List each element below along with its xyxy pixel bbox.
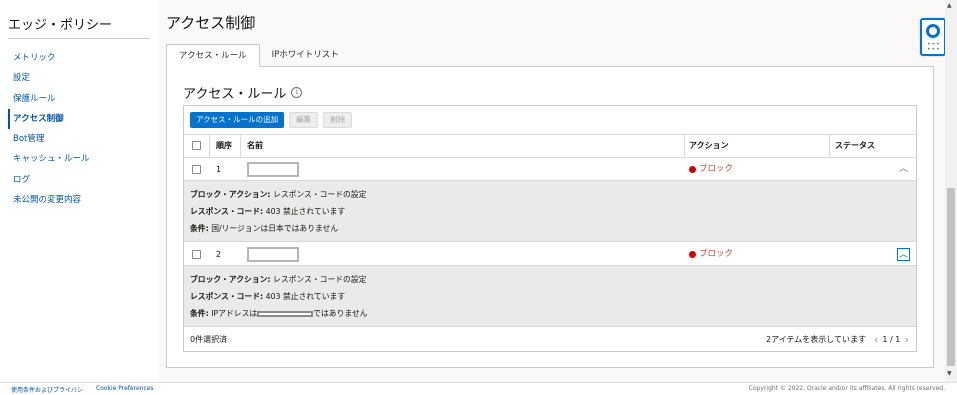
pagination: ‹ 1 / 1 › [874, 328, 909, 351]
delete-button[interactable]: 削除 [323, 112, 353, 128]
detail-value: ではありません [313, 309, 368, 318]
grip-icon: ••• ••• [927, 41, 941, 53]
row-checkbox[interactable] [192, 165, 201, 174]
access-rules-table: アクセス・ルールの追加 編集 削除 順序 名前 アクション ステータス 1 ブロ… [183, 105, 917, 352]
detail-label: 条件: [190, 224, 209, 233]
detail-value: 403 禁止されています [263, 292, 346, 301]
row-checkbox[interactable] [192, 250, 201, 259]
column-divider [829, 135, 830, 157]
section-title: アクセス・ルール i [183, 83, 303, 102]
redacted-ip [257, 311, 314, 317]
tab-panel: アクセス・ルール i アクセス・ルールの追加 編集 削除 順序 名前 アクション… [166, 66, 934, 368]
table-toolbar: アクセス・ルールの追加 編集 削除 [190, 112, 353, 128]
section-title-text: アクセス・ルール [183, 87, 287, 102]
row-order: 2 [216, 250, 222, 259]
detail-value: IPアドレスは [208, 309, 258, 318]
sidebar-item-logs[interactable]: ログ [8, 170, 150, 190]
detail-label: 条件: [190, 309, 209, 318]
redacted-name [247, 162, 299, 177]
tab-ip-whitelist[interactable]: IPホワイトリスト [260, 44, 351, 67]
detail-value: 国/リージョンは日本ではありません [208, 224, 339, 233]
column-divider [684, 135, 685, 157]
detail-label: ブロック・アクション: [190, 275, 271, 284]
tab-access-rules[interactable]: アクセス・ルール [166, 44, 260, 67]
column-header-status[interactable]: ステータス [835, 135, 875, 157]
detail-value: レスポンス・コードの設定 [270, 190, 367, 199]
column-header-action[interactable]: アクション [689, 135, 729, 157]
items-count: 2アイテムを表示しています [766, 335, 867, 344]
sidebar-item-access-control[interactable]: アクセス制御 [8, 108, 150, 130]
detail-block-action: ブロック・アクション: レスポンス・コードの設定 [190, 189, 366, 200]
row-action-label: ブロック [699, 164, 734, 174]
sidebar-item-metrics[interactable]: メトリック [8, 48, 150, 68]
column-header-order[interactable]: 順序 [216, 135, 232, 157]
column-header-name[interactable]: 名前 [247, 135, 263, 157]
help-button[interactable]: ••• ••• [920, 18, 946, 56]
table-row[interactable]: 1 ブロック ︿ [184, 158, 916, 181]
lifebuoy-icon [926, 24, 940, 38]
chevron-right-icon[interactable]: › [904, 328, 908, 351]
scroll-up-arrow-icon[interactable]: ▲ [947, 2, 952, 9]
scroll-down-arrow-icon[interactable]: ▼ [947, 370, 952, 377]
tab-bar: アクセス・ルール IPホワイトリスト [166, 44, 351, 67]
chevron-left-icon[interactable]: ‹ [874, 328, 878, 351]
column-divider [209, 135, 210, 157]
detail-value: レスポンス・コードの設定 [270, 275, 367, 284]
sidebar-title: エッジ・ポリシー [8, 18, 113, 33]
row-action: ブロック [689, 158, 733, 181]
main-content: アクセス制御 アクセス・ルール IPホワイトリスト アクセス・ルール i アクセ… [158, 0, 945, 382]
edit-button[interactable]: 編集 [289, 112, 319, 128]
page-indicator: 1 / 1 [882, 335, 901, 344]
terms-privacy-link[interactable]: 使用条件およびプライバシ [11, 385, 83, 394]
copyright-text: Copyright © 2022, Oracle and/or its affi… [748, 385, 945, 392]
row-detail: ブロック・アクション: レスポンス・コードの設定 レスポンス・コード: 403 … [184, 266, 916, 327]
row-detail: ブロック・アクション: レスポンス・コードの設定 レスポンス・コード: 403 … [184, 181, 916, 242]
detail-block-action: ブロック・アクション: レスポンス・コードの設定 [190, 274, 366, 285]
sidebar-item-unpublished-changes[interactable]: 未公開の変更内容 [8, 190, 150, 210]
sidebar-item-protection-rules[interactable]: 保護ルール [8, 89, 150, 109]
scrollbar-thumb[interactable] [947, 188, 955, 366]
selected-count: 0件選択済 [190, 335, 228, 344]
page-title: アクセス制御 [166, 14, 256, 32]
sidebar-item-bot-management[interactable]: Bot管理 [8, 129, 150, 149]
sidebar-nav: メトリック 設定 保護ルール アクセス制御 Bot管理 キャッシュ・ルール ログ… [8, 48, 150, 210]
row-action-label: ブロック [699, 249, 734, 259]
sidebar: エッジ・ポリシー メトリック 設定 保護ルール アクセス制御 Bot管理 キャッ… [0, 0, 158, 382]
add-access-rule-button[interactable]: アクセス・ルールの追加 [190, 112, 285, 128]
table-header: 順序 名前 アクション ステータス [184, 134, 916, 158]
detail-value: 403 禁止されています [263, 207, 346, 216]
detail-condition: 条件: 国/リージョンは日本ではありません [190, 223, 338, 234]
sidebar-item-cache-rules[interactable]: キャッシュ・ルール [8, 149, 150, 169]
detail-condition: 条件: IPアドレスは ではありません [190, 308, 368, 319]
detail-label: レスポンス・コード: [190, 207, 264, 216]
scrollbar[interactable]: ▲ ▼ [945, 0, 957, 382]
block-status-icon [689, 251, 696, 258]
table-footer: 0件選択済 2アイテムを表示しています ‹ 1 / 1 › [184, 328, 916, 351]
detail-response-code: レスポンス・コード: 403 禁止されています [190, 206, 345, 217]
row-action: ブロック [689, 243, 733, 266]
redacted-name [247, 247, 299, 262]
page-footer: 使用条件およびプライバシ Cookie Preferences Copyrigh… [0, 382, 957, 395]
cookie-preferences-link[interactable]: Cookie Preferences [96, 385, 154, 392]
chevron-up-icon[interactable]: ︿ [897, 248, 910, 261]
block-status-icon [689, 166, 696, 173]
chevron-up-icon[interactable]: ︿ [897, 163, 910, 176]
column-divider [240, 135, 241, 157]
info-icon[interactable]: i [291, 87, 303, 98]
sidebar-divider [8, 38, 150, 39]
detail-label: ブロック・アクション: [190, 190, 271, 199]
detail-response-code: レスポンス・コード: 403 禁止されています [190, 291, 345, 302]
detail-label: レスポンス・コード: [190, 292, 264, 301]
row-order: 1 [216, 165, 222, 174]
table-row[interactable]: 2 ブロック ︿ [184, 243, 916, 266]
sidebar-item-settings[interactable]: 設定 [8, 68, 150, 88]
select-all-checkbox[interactable] [192, 141, 201, 150]
